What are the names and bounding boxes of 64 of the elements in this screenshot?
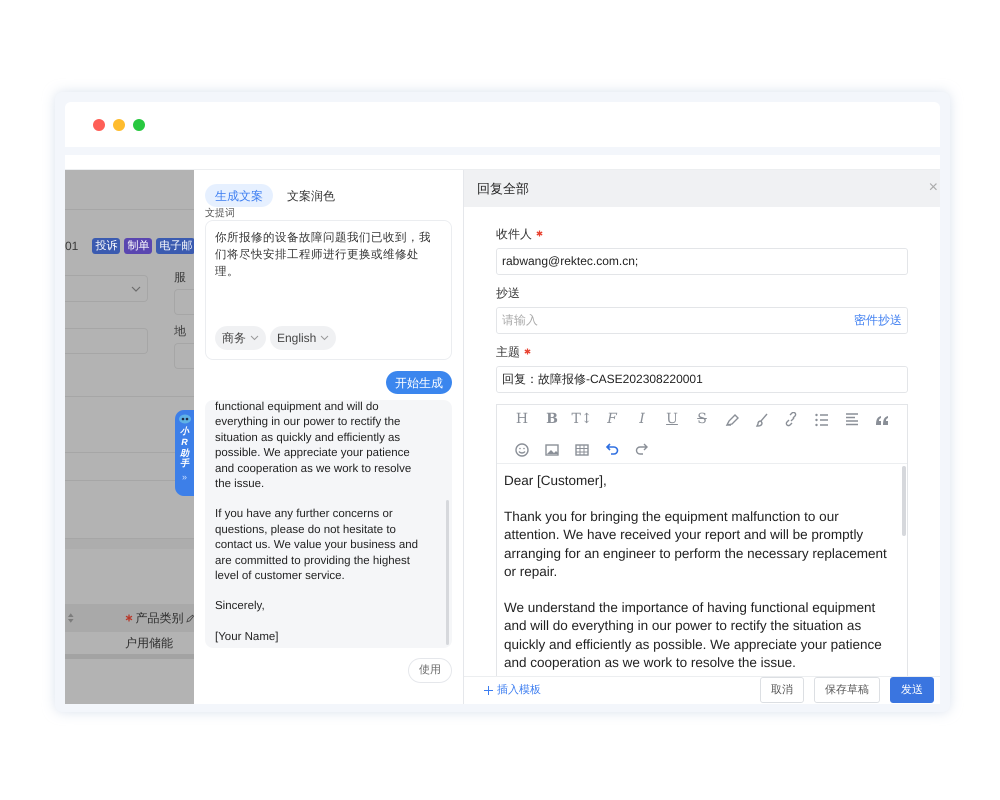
field-label: 主题	[496, 344, 520, 361]
column-header: 产品类别	[136, 610, 184, 627]
toolbar-button[interactable]: H	[507, 410, 537, 429]
dialog-button[interactable]: 取消	[760, 677, 804, 704]
robot-icon	[178, 412, 192, 424]
result-paragraph: functional equipment and will do everything in our power to rectify the situation as quickly and efficiently as possible. We appreciate your patience and cooperation as we work to resolve the issue.	[215, 400, 412, 492]
email-paragraph: We understand the importance of having functional equipment and will do everything in our power to rectify the situation as quickly and efficiently as possible. We appreciate your patience and cooperation as we work to resolve the issue.	[504, 599, 883, 672]
dialog-title: 回复全部	[477, 180, 529, 198]
result-paragraph: Sincerely,	[215, 599, 266, 614]
brush-icon[interactable]	[754, 412, 770, 428]
tag: 投诉	[92, 238, 120, 254]
field-label: 收件人	[496, 226, 532, 243]
tag: 电子邮	[156, 238, 194, 254]
prompt-text: 你所报修的设备故障问题我们已收到，我们将尽快安排工程师进行更换或维修处理。	[215, 230, 432, 280]
insert-template-link[interactable]: 插入模板	[484, 682, 541, 699]
email-paragraph: Thank you for bringing the equipment malfunction to our attention. We have received your report and will be promptly arranging for an engineer to perform the necessary replacement or repair.	[504, 508, 887, 581]
result-paragraph: If you have any further concerns or questions, please do not hesitate to contact us. We value your business and are committed to providing the highest level of customer service.	[215, 507, 420, 584]
select-field[interactable]	[65, 275, 148, 302]
field-label: 抄送	[496, 284, 520, 302]
input-field[interactable]	[65, 328, 148, 354]
toolbar-button[interactable]: S	[687, 410, 717, 429]
emoji-icon[interactable]	[514, 442, 530, 458]
plus-icon	[484, 686, 493, 695]
chevron-down-icon	[131, 286, 141, 292]
chevron-down-icon	[250, 335, 259, 341]
dialog-button[interactable]: 发送	[890, 677, 934, 704]
field-label: 地	[174, 323, 187, 339]
highlighter-icon[interactable]	[724, 412, 740, 428]
toolbar-button[interactable]: T↕	[567, 410, 597, 429]
tab[interactable]: 文案润色	[277, 184, 345, 207]
assistant-tab[interactable]: 小R助手 »	[175, 410, 194, 496]
link[interactable]: 密件抄送	[854, 311, 902, 330]
use-button[interactable]: 使用	[408, 658, 452, 683]
tag: 制单	[124, 238, 152, 254]
toolbar-button[interactable]: I	[627, 410, 657, 429]
toolbar-button[interactable]: F	[597, 410, 627, 429]
pencil-icon	[186, 614, 194, 622]
input-field[interactable]: 请输入 密件抄送	[496, 306, 908, 334]
toolbar-button[interactable]: B	[537, 410, 567, 429]
generate-button[interactable]: 开始生成	[386, 371, 452, 394]
result-paragraph: [Your Name]	[215, 630, 280, 645]
close-button[interactable]: ×	[928, 180, 938, 196]
toolbar-button[interactable]: U	[657, 410, 687, 429]
rich-text-editor[interactable]	[496, 404, 908, 676]
tab[interactable]: 生成文案	[205, 184, 273, 207]
table-icon[interactable]	[574, 442, 590, 458]
sort-icon	[67, 612, 75, 624]
input-field[interactable]: rabwang@rektec.com.cn;	[496, 248, 908, 275]
field-label: 服	[174, 269, 187, 285]
bulleted-list-icon[interactable]	[814, 412, 830, 428]
dialog-button[interactable]: 保存草稿	[814, 677, 880, 704]
prompt-card[interactable]: 你所报修的设备故障问题我们已收到，我们将尽快安排工程师进行更换或维修处理。 商务 English	[205, 220, 452, 360]
image-icon[interactable]	[544, 442, 560, 458]
prompt-label: 文提词	[205, 208, 235, 219]
input-field[interactable]: 回复：故障报修-CASE202308220001	[496, 366, 908, 393]
email-paragraph: Dear [Customer],	[504, 472, 608, 490]
arrow-text: »	[182, 471, 187, 484]
align-left-icon[interactable]	[844, 412, 860, 428]
undo-icon[interactable]	[604, 442, 620, 458]
chevron-down-icon	[320, 335, 330, 341]
case-number-text: 01	[65, 238, 78, 255]
option-dropdown[interactable]: English	[270, 326, 336, 350]
option-dropdown[interactable]: 商务	[215, 326, 266, 350]
table-cell-text: 户用储能	[125, 635, 173, 652]
